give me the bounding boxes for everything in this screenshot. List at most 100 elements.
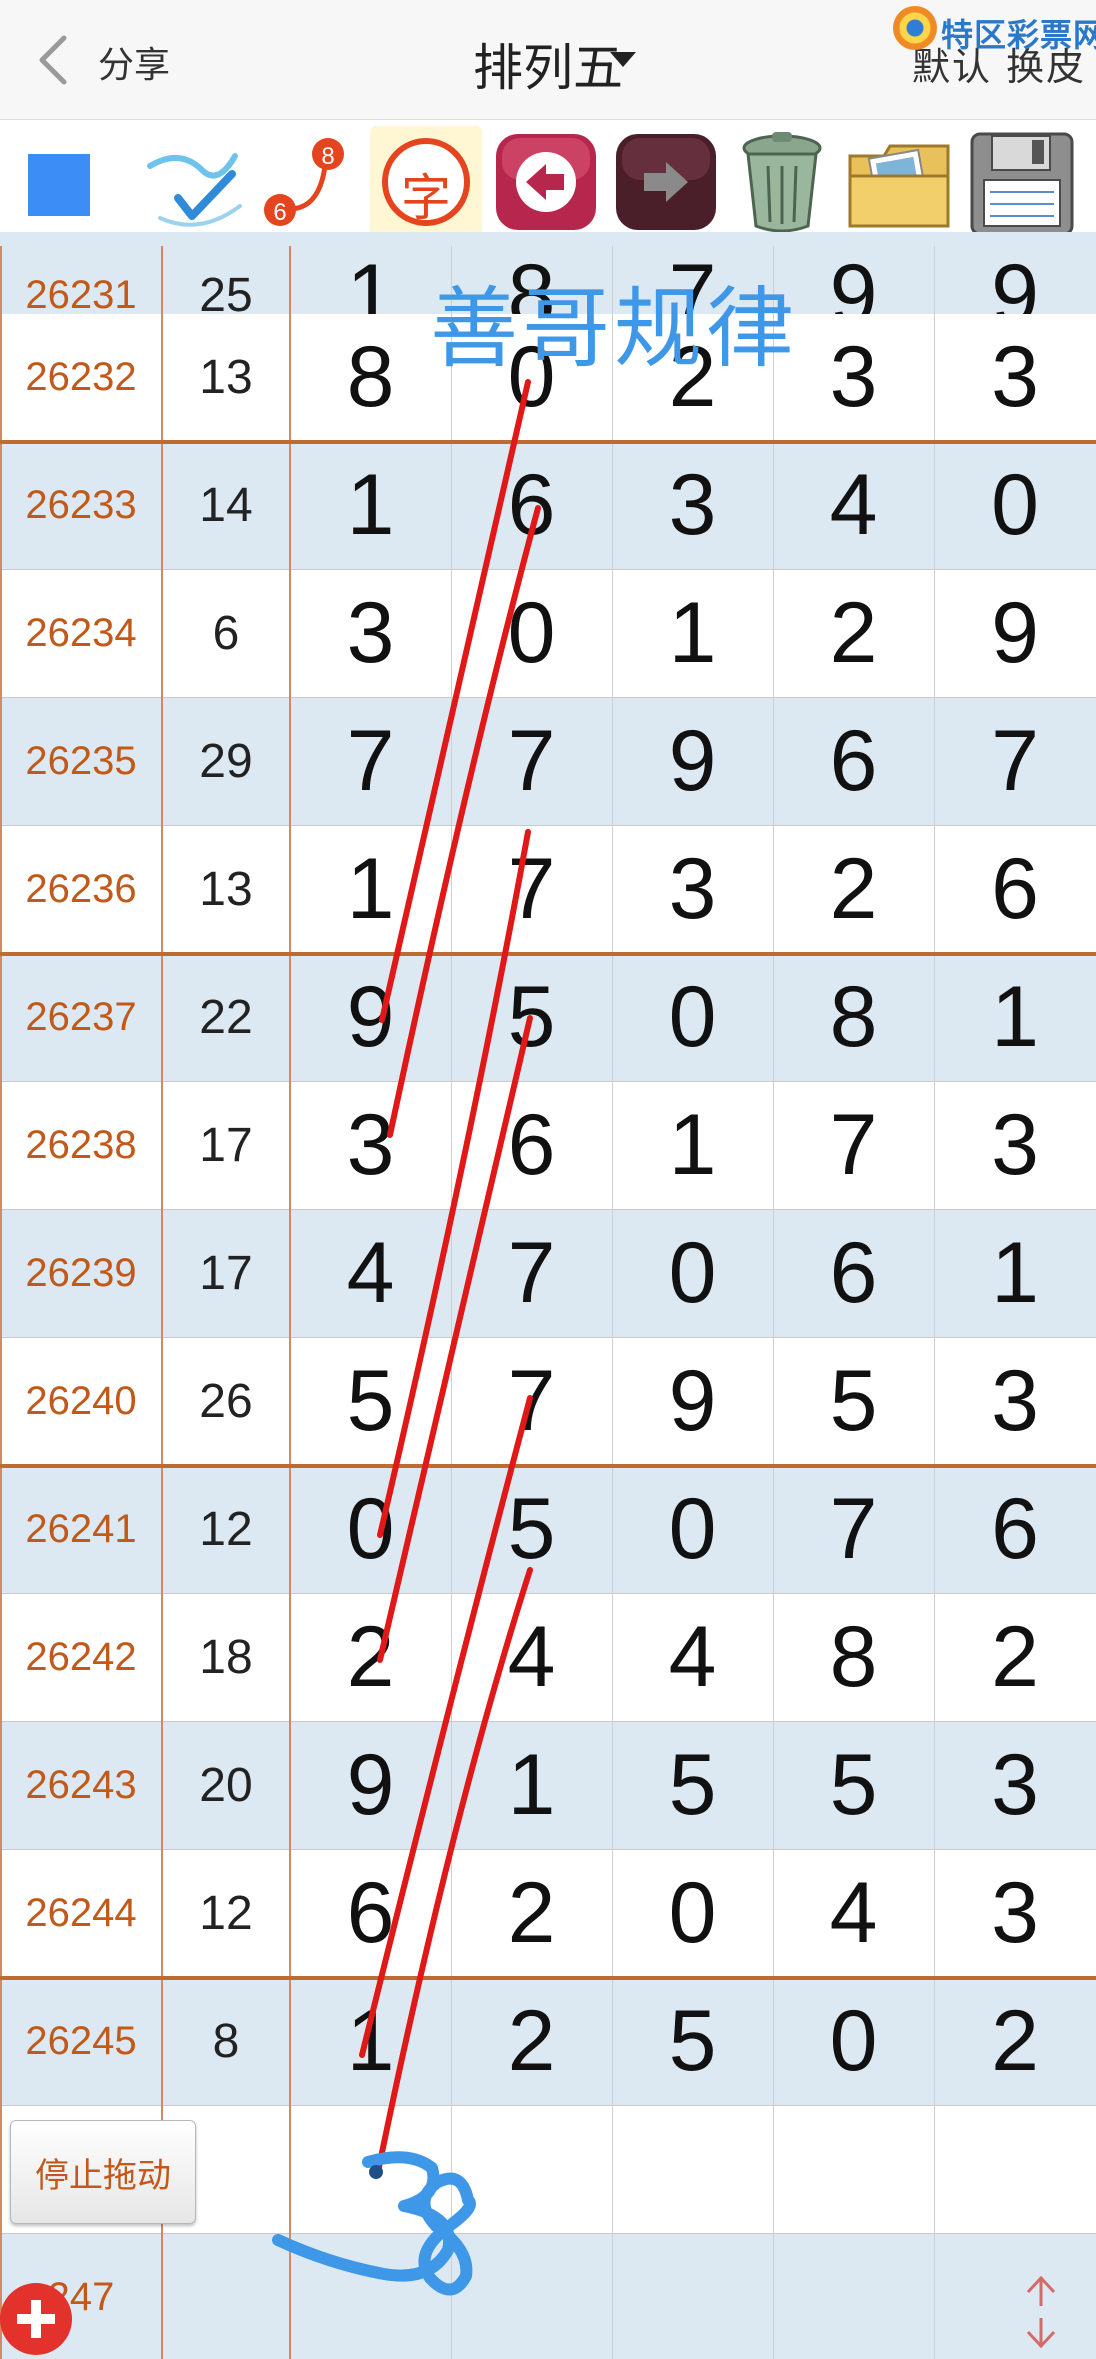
digit-cell[interactable] (934, 2106, 1096, 2233)
digit-cell[interactable]: 7 (773, 1082, 934, 1209)
digit-cell[interactable]: 4 (451, 1594, 612, 1721)
digit-cell[interactable]: 7 (451, 1338, 612, 1465)
digit-cell[interactable]: 3 (290, 1082, 451, 1209)
digit-cell[interactable]: 1 (290, 1978, 451, 2105)
digit-cell[interactable]: 7 (451, 1210, 612, 1337)
issue-number: 26232 (25, 355, 137, 399)
digit-cell[interactable]: 3 (612, 826, 773, 953)
digit-cell[interactable]: 0 (451, 570, 612, 697)
digit-cell[interactable]: 5 (773, 1722, 934, 1849)
digit-cell[interactable]: 2 (451, 1850, 612, 1977)
add-icon[interactable] (0, 2283, 72, 2355)
digit-cell[interactable]: 2 (290, 1594, 451, 1721)
digit-cell[interactable]: 3 (934, 314, 1096, 441)
digit-cell[interactable] (290, 2234, 451, 2359)
digit-cell[interactable]: 8 (773, 954, 934, 1081)
digit-cell[interactable]: 5 (451, 954, 612, 1081)
digit-cell[interactable] (290, 2106, 451, 2233)
digit-cell[interactable]: 6 (451, 442, 612, 569)
digit-cell[interactable]: 2 (451, 1978, 612, 2105)
digit-cell[interactable]: 5 (773, 1338, 934, 1465)
digit-cell[interactable]: 8 (290, 314, 451, 441)
share-button[interactable]: 分享 (98, 36, 170, 88)
digit-cell[interactable]: 7 (773, 1466, 934, 1593)
digit-cell[interactable]: 1 (290, 442, 451, 569)
trash-bin-icon[interactable] (726, 126, 838, 238)
undo-arrow-icon[interactable] (490, 126, 602, 238)
digit-cell[interactable] (451, 2234, 612, 2359)
stop-drag-button[interactable]: 停止拖动 (10, 2120, 196, 2224)
floppy-disk-icon[interactable] (966, 126, 1078, 238)
digit-cell[interactable]: 5 (612, 1978, 773, 2105)
digit-cell[interactable]: 2 (934, 1594, 1096, 1721)
digit-cell[interactable]: 0 (290, 1466, 451, 1593)
digit-cell[interactable] (612, 2106, 773, 2233)
digit-cell[interactable]: 3 (934, 1722, 1096, 1849)
digit-cell[interactable]: 3 (934, 1338, 1096, 1465)
digit-cell[interactable]: 6 (451, 1082, 612, 1209)
digit-cell[interactable] (451, 2106, 612, 2233)
digit-cell[interactable] (773, 2106, 934, 2233)
expand-vertical-icon[interactable] (1016, 2272, 1066, 2352)
handwritten-note: 善哥规律 (430, 277, 799, 380)
digit-cell[interactable]: 1 (290, 826, 451, 953)
digit-cell[interactable]: 5 (612, 1722, 773, 1849)
digit-cell[interactable]: 7 (290, 698, 451, 825)
digit-cell[interactable]: 1 (612, 570, 773, 697)
digit-cell[interactable]: 2 (773, 570, 934, 697)
digit-cell[interactable]: 5 (451, 1466, 612, 1593)
back-arrow-icon[interactable] (30, 30, 80, 90)
photo-folder-icon[interactable] (844, 126, 956, 238)
connect-dots-icon[interactable]: 6 8 (252, 126, 364, 238)
digit-cell[interactable]: 1 (934, 1210, 1096, 1337)
digit-cell[interactable]: 6 (290, 1850, 451, 1977)
badge-start: 6 (273, 199, 286, 226)
digit-cell[interactable]: 9 (290, 954, 451, 1081)
issue-number: 26241 (25, 1507, 137, 1551)
digit-cell[interactable]: 6 (773, 698, 934, 825)
digit-cell[interactable]: 6 (773, 1210, 934, 1337)
redo-arrow-icon[interactable] (610, 126, 722, 238)
digit-cell[interactable]: 0 (934, 442, 1096, 569)
column-divider (0, 246, 2, 2359)
digit-cell[interactable] (934, 2234, 1096, 2359)
digit-cell[interactable]: 7 (451, 826, 612, 953)
digit-cell[interactable]: 0 (773, 1978, 934, 2105)
pen-check-icon[interactable] (140, 126, 252, 238)
table-row: 26233 14 1 6 3 4 0 (0, 442, 1096, 570)
digit-cell[interactable]: 6 (934, 1466, 1096, 1593)
digit-cell[interactable]: 9 (290, 1722, 451, 1849)
digit-cell[interactable]: 7 (451, 698, 612, 825)
digit-cell[interactable]: 9 (612, 1338, 773, 1465)
digit-cell[interactable]: 0 (612, 954, 773, 1081)
digit-cell[interactable]: 0 (612, 1466, 773, 1593)
digit-cell[interactable]: 6 (934, 826, 1096, 953)
digit-cell[interactable]: 7 (934, 698, 1096, 825)
digit-cell[interactable]: 8 (773, 1594, 934, 1721)
brand-text: 特区彩票网 (941, 16, 1096, 54)
digit-cell[interactable]: 4 (773, 442, 934, 569)
digit-cell[interactable]: 1 (612, 1082, 773, 1209)
digit-cell[interactable]: 4 (290, 1210, 451, 1337)
digit-cell[interactable] (612, 2234, 773, 2359)
digit-cell[interactable]: 3 (290, 570, 451, 697)
digit-cell[interactable]: 5 (290, 1338, 451, 1465)
digit-cell[interactable]: 0 (612, 1850, 773, 1977)
digit-cell[interactable]: 2 (934, 1978, 1096, 2105)
digit-cell[interactable]: 1 (451, 1722, 612, 1849)
digit-cell[interactable]: 2 (773, 826, 934, 953)
column-divider (161, 246, 163, 2359)
digit-cell[interactable]: 0 (612, 1210, 773, 1337)
digit-cell[interactable]: 3 (934, 1082, 1096, 1209)
table-row: 26240 26 5 7 9 5 3 (0, 1338, 1096, 1466)
digit-cell[interactable] (773, 2234, 934, 2359)
digit-cell[interactable]: 4 (773, 1850, 934, 1977)
digit-cell[interactable]: 1 (934, 954, 1096, 1081)
digit-cell[interactable]: 9 (612, 698, 773, 825)
digit-cell[interactable]: 3 (612, 442, 773, 569)
digit-cell[interactable]: 9 (934, 570, 1096, 697)
digit-cell[interactable]: 4 (612, 1594, 773, 1721)
font-icon[interactable]: 字 (370, 126, 482, 238)
digit-cell[interactable]: 3 (934, 1850, 1096, 1977)
color-square-icon[interactable] (28, 154, 90, 216)
